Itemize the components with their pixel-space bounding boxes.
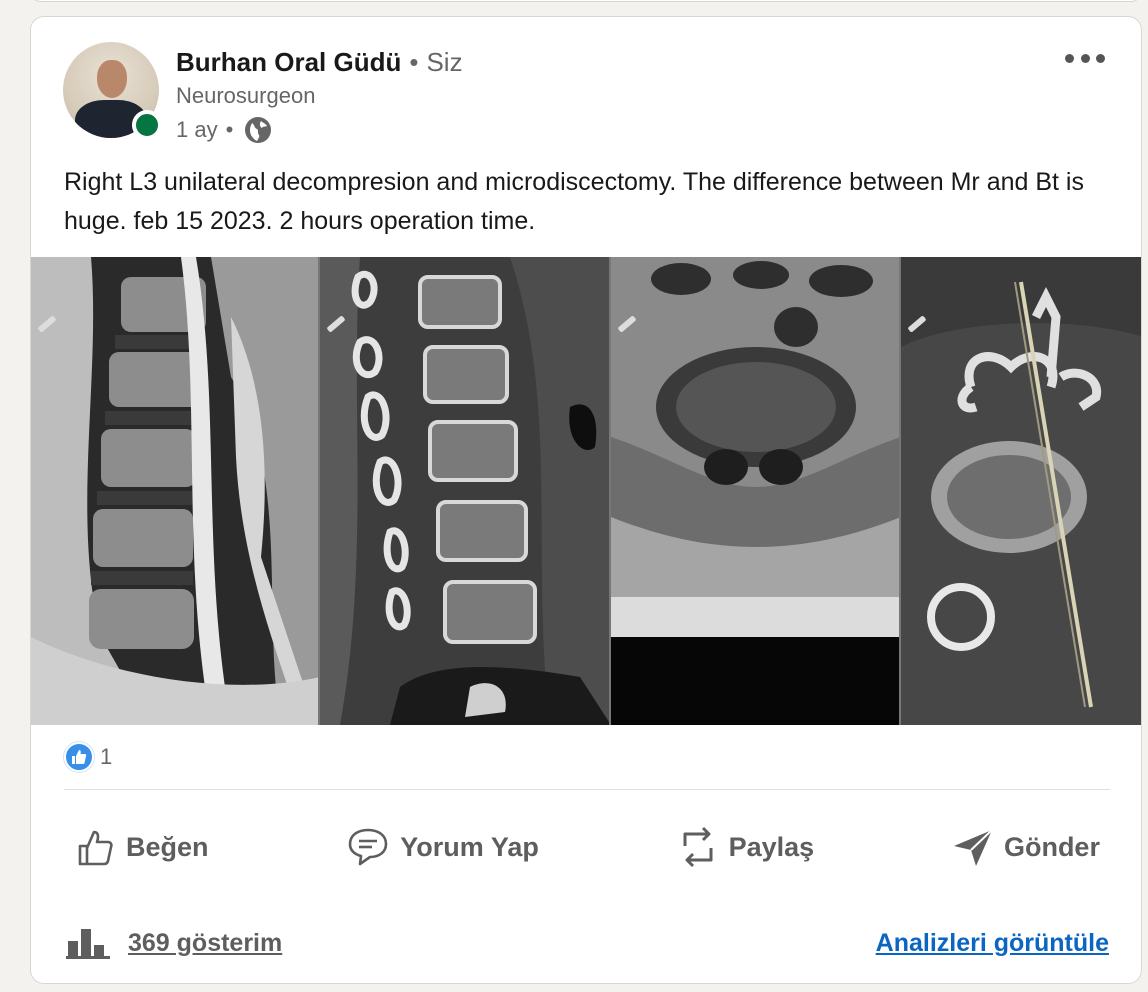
post-card: Burhan Oral Güdü • Siz Neurosurgeon 1 ay…: [30, 16, 1142, 984]
avatar-face: [97, 60, 127, 98]
like-label: Beğen: [126, 831, 209, 862]
reaction-count: 1: [100, 744, 113, 769]
more-options-button[interactable]: [1061, 47, 1109, 69]
post-media[interactable]: [31, 257, 1141, 725]
repost-button[interactable]: Paylaş: [667, 815, 825, 879]
comment-icon: [348, 828, 388, 866]
send-icon: [953, 829, 993, 866]
scan-axial-mri: [611, 257, 901, 725]
online-status-indicator: [132, 110, 162, 140]
thumbs-up-icon: [78, 830, 113, 866]
post-time: 1 ay: [176, 117, 218, 142]
like-reaction-icon: [64, 742, 94, 772]
send-label: Gönder: [1003, 831, 1100, 862]
author-name[interactable]: Burhan Oral Güdü: [176, 47, 401, 78]
scan-axial-ct: [901, 257, 1141, 725]
repost-label: Paylaş: [728, 831, 815, 862]
you-label: Siz: [426, 46, 463, 77]
globe-icon: [245, 117, 272, 143]
ellipsis-icon-dot-3: [1096, 53, 1105, 63]
reactions-summary[interactable]: 1: [64, 741, 112, 773]
impressions-count[interactable]: 369 gösterim: [128, 929, 282, 958]
send-button[interactable]: Gönder: [942, 815, 1110, 879]
post-text: Right L3 unilateral decompresion and mic…: [64, 168, 1084, 235]
author-headline: Neurosurgeon: [176, 83, 316, 108]
previous-post-card-edge: [30, 0, 1142, 2]
scan-sagittal-mri: [31, 257, 320, 725]
post-meta: 1 ay •: [176, 115, 272, 145]
divider: [64, 789, 1110, 790]
view-analytics-link[interactable]: Analizleri görüntüle: [876, 923, 1109, 963]
author-line: Burhan Oral Güdü • Siz: [176, 45, 463, 79]
ellipsis-icon-dot-2: [1080, 53, 1090, 63]
social-actions-bar: Beğen Yorum Yap Paylaş Gönder: [64, 815, 1110, 879]
author-separator: •: [409, 46, 419, 77]
bar-chart-icon: [66, 929, 110, 959]
comment-label: Yorum Yap: [400, 831, 539, 862]
like-button[interactable]: Beğen: [64, 815, 219, 879]
impressions[interactable]: 369 gösterim: [66, 923, 282, 963]
comment-button[interactable]: Yorum Yap: [336, 815, 549, 879]
ellipsis-icon-dot-1: [1065, 53, 1074, 63]
meta-separator: •: [225, 117, 234, 142]
scan-sagittal-ct: [320, 257, 611, 725]
repost-icon: [683, 826, 713, 868]
